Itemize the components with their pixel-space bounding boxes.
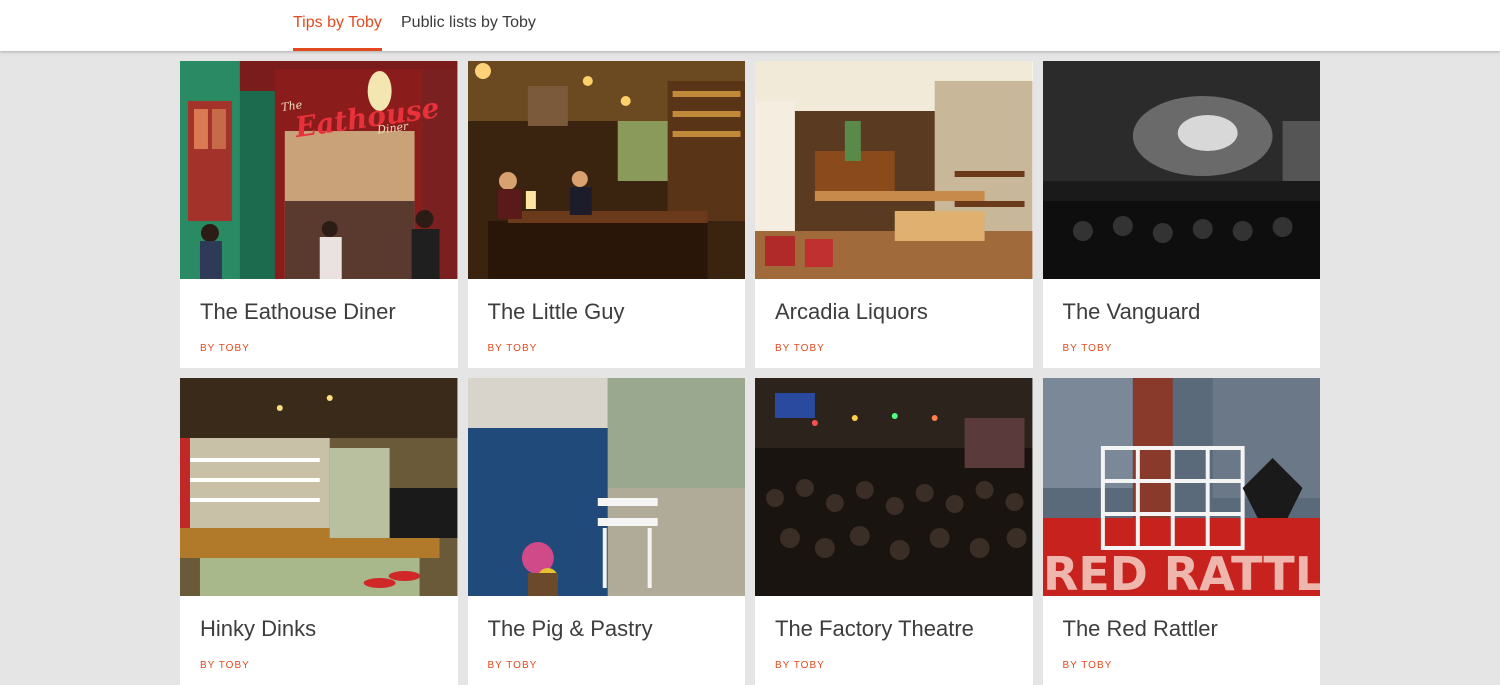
tip-card-red-rattler[interactable]: RED RATTLE The Red Rattler BY TOBY <box>1042 378 1321 685</box>
card-title[interactable]: The Factory Theatre <box>775 616 974 642</box>
venue-photo[interactable]: RED RATTLE <box>1042 378 1321 596</box>
red-rattler-sign-text: RED RATTLE <box>1043 547 1321 596</box>
venue-photo[interactable] <box>755 61 1033 279</box>
tab-public-lists-by-toby[interactable]: Public lists by Toby <box>401 0 536 51</box>
top-nav: Tips by Toby Public lists by Toby <box>0 0 1500 51</box>
tip-card-eathouse-diner[interactable]: Eathouse The Diner The Eathouse Diner BY… <box>180 61 458 368</box>
venue-photo[interactable] <box>1042 61 1320 279</box>
card-author[interactable]: BY TOBY <box>775 660 825 671</box>
card-author[interactable]: BY TOBY <box>200 660 250 671</box>
card-author[interactable]: BY TOBY <box>1063 343 1113 354</box>
card-author[interactable]: BY TOBY <box>775 343 825 354</box>
tip-card-arcadia-liquors[interactable]: Arcadia Liquors BY TOBY <box>755 61 1033 368</box>
tip-card-hinky-dinks[interactable]: Hinky Dinks BY TOBY <box>180 378 458 685</box>
tip-card-pig-and-pastry[interactable]: The Pig & Pastry BY TOBY <box>467 378 745 685</box>
tip-card-factory-theatre[interactable]: The Factory Theatre BY TOBY <box>755 378 1033 685</box>
card-author[interactable]: BY TOBY <box>488 343 538 354</box>
tab-tips-by-toby[interactable]: Tips by Toby <box>293 0 382 51</box>
card-title[interactable]: The Eathouse Diner <box>200 299 396 325</box>
card-author[interactable]: BY TOBY <box>200 343 250 354</box>
card-author[interactable]: BY TOBY <box>1063 660 1113 671</box>
card-title[interactable]: The Little Guy <box>488 299 625 325</box>
card-title[interactable]: The Red Rattler <box>1063 616 1218 642</box>
venue-photo[interactable] <box>467 61 745 279</box>
card-title[interactable]: The Pig & Pastry <box>488 616 653 642</box>
venue-photo[interactable]: Eathouse The Diner <box>180 61 458 279</box>
card-author[interactable]: BY TOBY <box>488 660 538 671</box>
card-title[interactable]: Arcadia Liquors <box>775 299 928 325</box>
venue-photo[interactable] <box>467 378 745 596</box>
venue-photo[interactable] <box>755 378 1033 596</box>
tips-grid: Eathouse The Diner The Eathouse Diner BY… <box>180 61 1320 685</box>
tip-card-little-guy[interactable]: The Little Guy BY TOBY <box>467 61 745 368</box>
venue-photo[interactable] <box>180 378 458 596</box>
card-title[interactable]: The Vanguard <box>1063 299 1201 325</box>
card-title[interactable]: Hinky Dinks <box>200 616 316 642</box>
tip-card-vanguard[interactable]: The Vanguard BY TOBY <box>1042 61 1320 368</box>
